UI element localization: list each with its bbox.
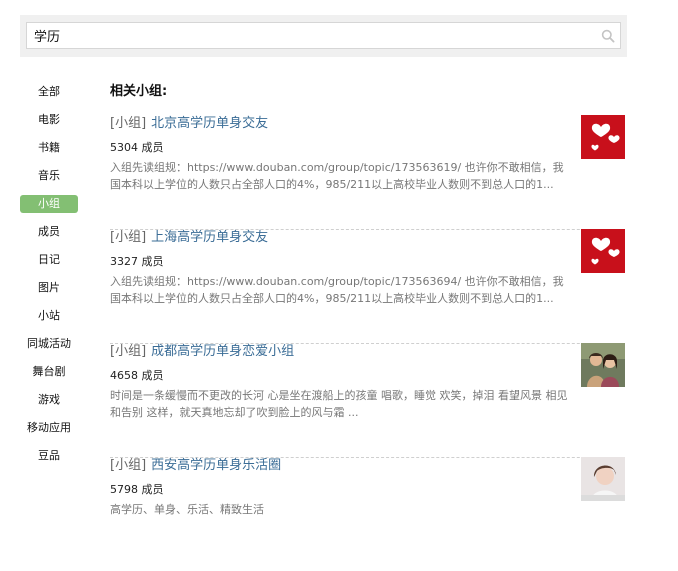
member-count: 4658 成员 [110,369,164,382]
group-description: 入组先读组规：https://www.douban.com/group/topi… [110,161,564,191]
hearts-image [581,115,625,159]
group-link[interactable]: 上海高学历单身交友 [151,230,268,245]
group-result: [小组] 西安高学历单身乐活圈 5798 成员 高学历、单身、乐活、精致生活 [110,457,625,571]
sidebar-item-products[interactable]: 豆品 [20,447,78,465]
portrait-photo [581,457,625,501]
sidebar-item-members[interactable]: 成员 [20,223,78,241]
section-title: 相关小组: [110,84,168,99]
sidebar-item-groups[interactable]: 小组 [20,195,78,213]
group-link[interactable]: 北京高学历单身交友 [151,116,268,131]
group-thumbnail[interactable] [581,457,625,501]
sidebar-item-apps[interactable]: 移动应用 [20,419,78,437]
sidebar-item-diaries[interactable]: 日记 [20,251,78,269]
sidebar-item-games[interactable]: 游戏 [20,391,78,409]
result-type-label: [小组] [110,116,147,131]
group-link[interactable]: 成都高学历单身恋爱小组 [151,344,294,359]
sidebar-item-events[interactable]: 同城活动 [20,335,78,353]
category-sidebar: 全部 电影 书籍 音乐 小组 成员 日记 图片 小站 同城活动 舞台剧 游戏 移… [20,83,78,475]
result-type-label: [小组] [110,344,147,359]
group-description: 入组先读组规：https://www.douban.com/group/topi… [110,275,564,305]
result-type-label: [小组] [110,458,147,473]
group-thumbnail[interactable] [581,115,625,159]
sidebar-item-drama[interactable]: 舞台剧 [20,363,78,381]
result-type-label: [小组] [110,230,147,245]
group-result: [小组] 北京高学历单身交友 5304 成员 入组先读组规：https://www… [110,115,625,230]
results-panel: 相关小组: [小组] 北京高学历单身交友 5304 成员 入组先读组规：https… [110,82,625,516]
couple-photo [581,343,625,387]
sidebar-item-movies[interactable]: 电影 [20,111,78,129]
search-bar [20,15,627,57]
sidebar-item-sites[interactable]: 小站 [20,307,78,325]
sidebar-item-music[interactable]: 音乐 [20,167,78,185]
sidebar-item-photos[interactable]: 图片 [20,279,78,297]
group-thumbnail[interactable] [581,343,625,387]
group-description: 时间是一条缓慢而不更改的长河 心是坐在渡船上的孩童 唱歌，睡觉 欢笑，掉泪 看望… [110,389,568,419]
sidebar-item-all[interactable]: 全部 [20,83,78,101]
hearts-image [581,229,625,273]
member-count: 5304 成员 [110,141,164,154]
search-icon[interactable] [601,29,615,43]
result-title: [小组] 西安高学历单身乐活圈 [110,457,281,475]
sidebar-item-books[interactable]: 书籍 [20,139,78,157]
member-count: 3327 成员 [110,255,164,268]
search-input[interactable] [26,22,621,49]
group-result: [小组] 成都高学历单身恋爱小组 4658 成员 时间是一条缓慢而不更改的长河 心… [110,343,625,458]
group-result: [小组] 上海高学历单身交友 3327 成员 入组先读组规：https://www… [110,229,625,344]
group-thumbnail[interactable] [581,229,625,273]
result-title: [小组] 上海高学历单身交友 [110,229,268,247]
result-title: [小组] 成都高学历单身恋爱小组 [110,343,294,361]
group-description: 高学历、单身、乐活、精致生活 [110,503,264,516]
result-title: [小组] 北京高学历单身交友 [110,115,268,133]
member-count: 5798 成员 [110,483,164,496]
group-link[interactable]: 西安高学历单身乐活圈 [151,458,281,473]
